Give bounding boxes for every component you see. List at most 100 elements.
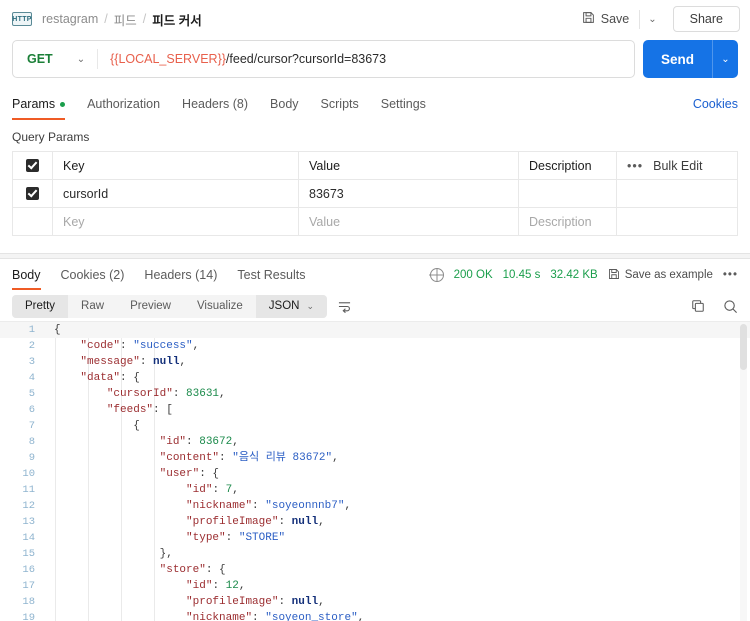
breadcrumb-item-request[interactable]: 피드 커서 [152, 10, 201, 29]
json-line: 3 "message": null, [0, 354, 750, 370]
tab-scripts[interactable]: Scripts [321, 97, 359, 120]
column-header-key: Key [53, 152, 299, 179]
tab-settings[interactable]: Settings [381, 97, 426, 120]
json-line-content: "user": { [44, 466, 750, 482]
response-tab-headers[interactable]: Headers (14) [144, 261, 217, 290]
breadcrumb-separator: / [104, 12, 108, 26]
response-more-options-icon[interactable]: ••• [723, 269, 738, 281]
response-tab-body[interactable]: Body [12, 261, 41, 290]
breadcrumb-item-collection[interactable]: restagram [42, 12, 98, 26]
json-token-p: : { [199, 468, 220, 480]
save-button[interactable]: Save [574, 7, 638, 31]
line-number: 18 [22, 596, 35, 608]
copy-icon[interactable] [691, 299, 705, 313]
param-description-input[interactable] [519, 180, 617, 207]
word-wrap-icon[interactable] [337, 300, 352, 313]
json-token-p: : { [205, 564, 226, 576]
param-key-input[interactable]: cursorId [53, 180, 299, 207]
view-preview-button[interactable]: Preview [117, 295, 184, 318]
json-token-k: "user" [159, 468, 200, 480]
new-param-key-input[interactable]: Key [53, 208, 299, 235]
view-visualize-button[interactable]: Visualize [184, 295, 256, 318]
json-content: 1{2 "code": "success", 3 "message": null,… [0, 322, 750, 621]
view-pretty-button[interactable]: Pretty [12, 294, 69, 318]
response-size: 32.42 KB [550, 269, 598, 281]
json-token-p: : [225, 532, 239, 544]
response-tab-cookies[interactable]: Cookies (2) [61, 261, 125, 290]
search-icon[interactable] [723, 299, 738, 314]
json-token-p: , [238, 580, 246, 592]
json-line: 6 "feeds": [ [0, 402, 750, 418]
json-token-p: , [318, 516, 325, 528]
json-line-content: "id": 7, [44, 482, 750, 498]
json-token-k: "id" [159, 436, 187, 448]
url-variable: {{LOCAL_SERVER}} [110, 52, 226, 66]
response-body-viewer[interactable]: 1{2 "code": "success", 3 "message": null,… [0, 321, 750, 621]
send-button[interactable]: Send [643, 40, 712, 78]
json-token-n: 83672 [199, 436, 233, 448]
json-line: 9 "content": "음식 리뷰 83672", [0, 450, 750, 466]
response-time: 10.45 s [502, 269, 541, 281]
status-badge: 200 OK [453, 269, 493, 281]
url-path: /feed/cursor?cursorId=83673 [225, 52, 387, 66]
json-token-p: : [212, 580, 226, 592]
json-token-n: 12 [225, 580, 239, 592]
param-value-input[interactable]: 83673 [299, 180, 519, 207]
line-number: 19 [22, 612, 35, 621]
json-line: 15 }, [0, 546, 750, 562]
json-token-p: : [278, 516, 292, 528]
more-options-icon[interactable]: ••• [627, 159, 643, 173]
new-param-description-input[interactable]: Description [519, 208, 617, 235]
row-select-cell [13, 180, 53, 207]
tab-headers[interactable]: Headers (8) [182, 97, 248, 120]
breadcrumb-item-folder[interactable]: 피드 [114, 10, 137, 29]
view-raw-button[interactable]: Raw [68, 295, 117, 318]
json-token-k: "nickname" [186, 612, 253, 621]
modified-dot-icon [60, 101, 66, 107]
json-line: 16 "store": { [0, 562, 750, 578]
response-tabs: Body Cookies (2) Headers (14) Test Resul… [0, 259, 750, 291]
request-tabs: Params Authorization Headers (8) Body Sc… [0, 86, 750, 120]
json-token-p: , [192, 340, 200, 352]
tab-authorization[interactable]: Authorization [87, 97, 160, 120]
share-button[interactable]: Share [672, 6, 740, 32]
response-tab-test-results[interactable]: Test Results [237, 261, 305, 290]
json-line: 19 "nickname": "soyeon_store", [0, 610, 750, 621]
new-param-value-input[interactable]: Value [299, 208, 519, 235]
json-token-p: : [172, 388, 187, 400]
cookies-link[interactable]: Cookies [693, 97, 738, 111]
column-header-description: Description [519, 152, 617, 179]
save-as-example-button[interactable]: Save as example [608, 268, 713, 283]
send-options-caret[interactable]: ⌄ [712, 40, 738, 78]
json-line: 11 "id": 7, [0, 482, 750, 498]
json-token-k: "profileImage" [186, 596, 279, 608]
json-line: 8 "id": 83672, [0, 434, 750, 450]
json-token-p: , [318, 596, 325, 608]
bulk-edit-button[interactable]: Bulk Edit [653, 159, 702, 173]
tab-body[interactable]: Body [270, 97, 299, 120]
json-token-k: "id" [186, 580, 213, 592]
json-token-p: , [344, 500, 352, 512]
json-token-p: : [252, 500, 266, 512]
line-number: 2 [28, 340, 35, 352]
json-token-p: , [232, 484, 239, 496]
json-line-content: "content": "음식 리뷰 83672", [44, 450, 750, 466]
scrollbar-thumb[interactable] [740, 324, 747, 370]
tab-params[interactable]: Params [12, 97, 66, 120]
table-row-empty: Key Value Description [13, 208, 737, 236]
topbar-actions: Save ⌄ Share [574, 0, 740, 38]
json-line-content: "feeds": [ [44, 402, 750, 418]
response-format-select[interactable]: JSON ⌄ [255, 294, 328, 318]
url-input[interactable]: {{LOCAL_SERVER}}/feed/cursor?cursorId=83… [98, 41, 634, 77]
select-all-checkbox[interactable] [26, 159, 39, 172]
json-token-k: "profileImage" [186, 516, 279, 528]
line-number: 12 [22, 500, 35, 512]
json-token-p: : [219, 452, 233, 464]
json-token-k: "type" [186, 532, 226, 544]
http-method-select[interactable]: GET ⌄ [13, 41, 97, 77]
query-params-title: Query Params [12, 130, 90, 144]
json-token-k: "id" [186, 484, 213, 496]
save-options-caret[interactable]: ⌄ [639, 9, 664, 29]
row-checkbox[interactable] [26, 187, 39, 200]
http-method-value: GET [27, 52, 53, 66]
